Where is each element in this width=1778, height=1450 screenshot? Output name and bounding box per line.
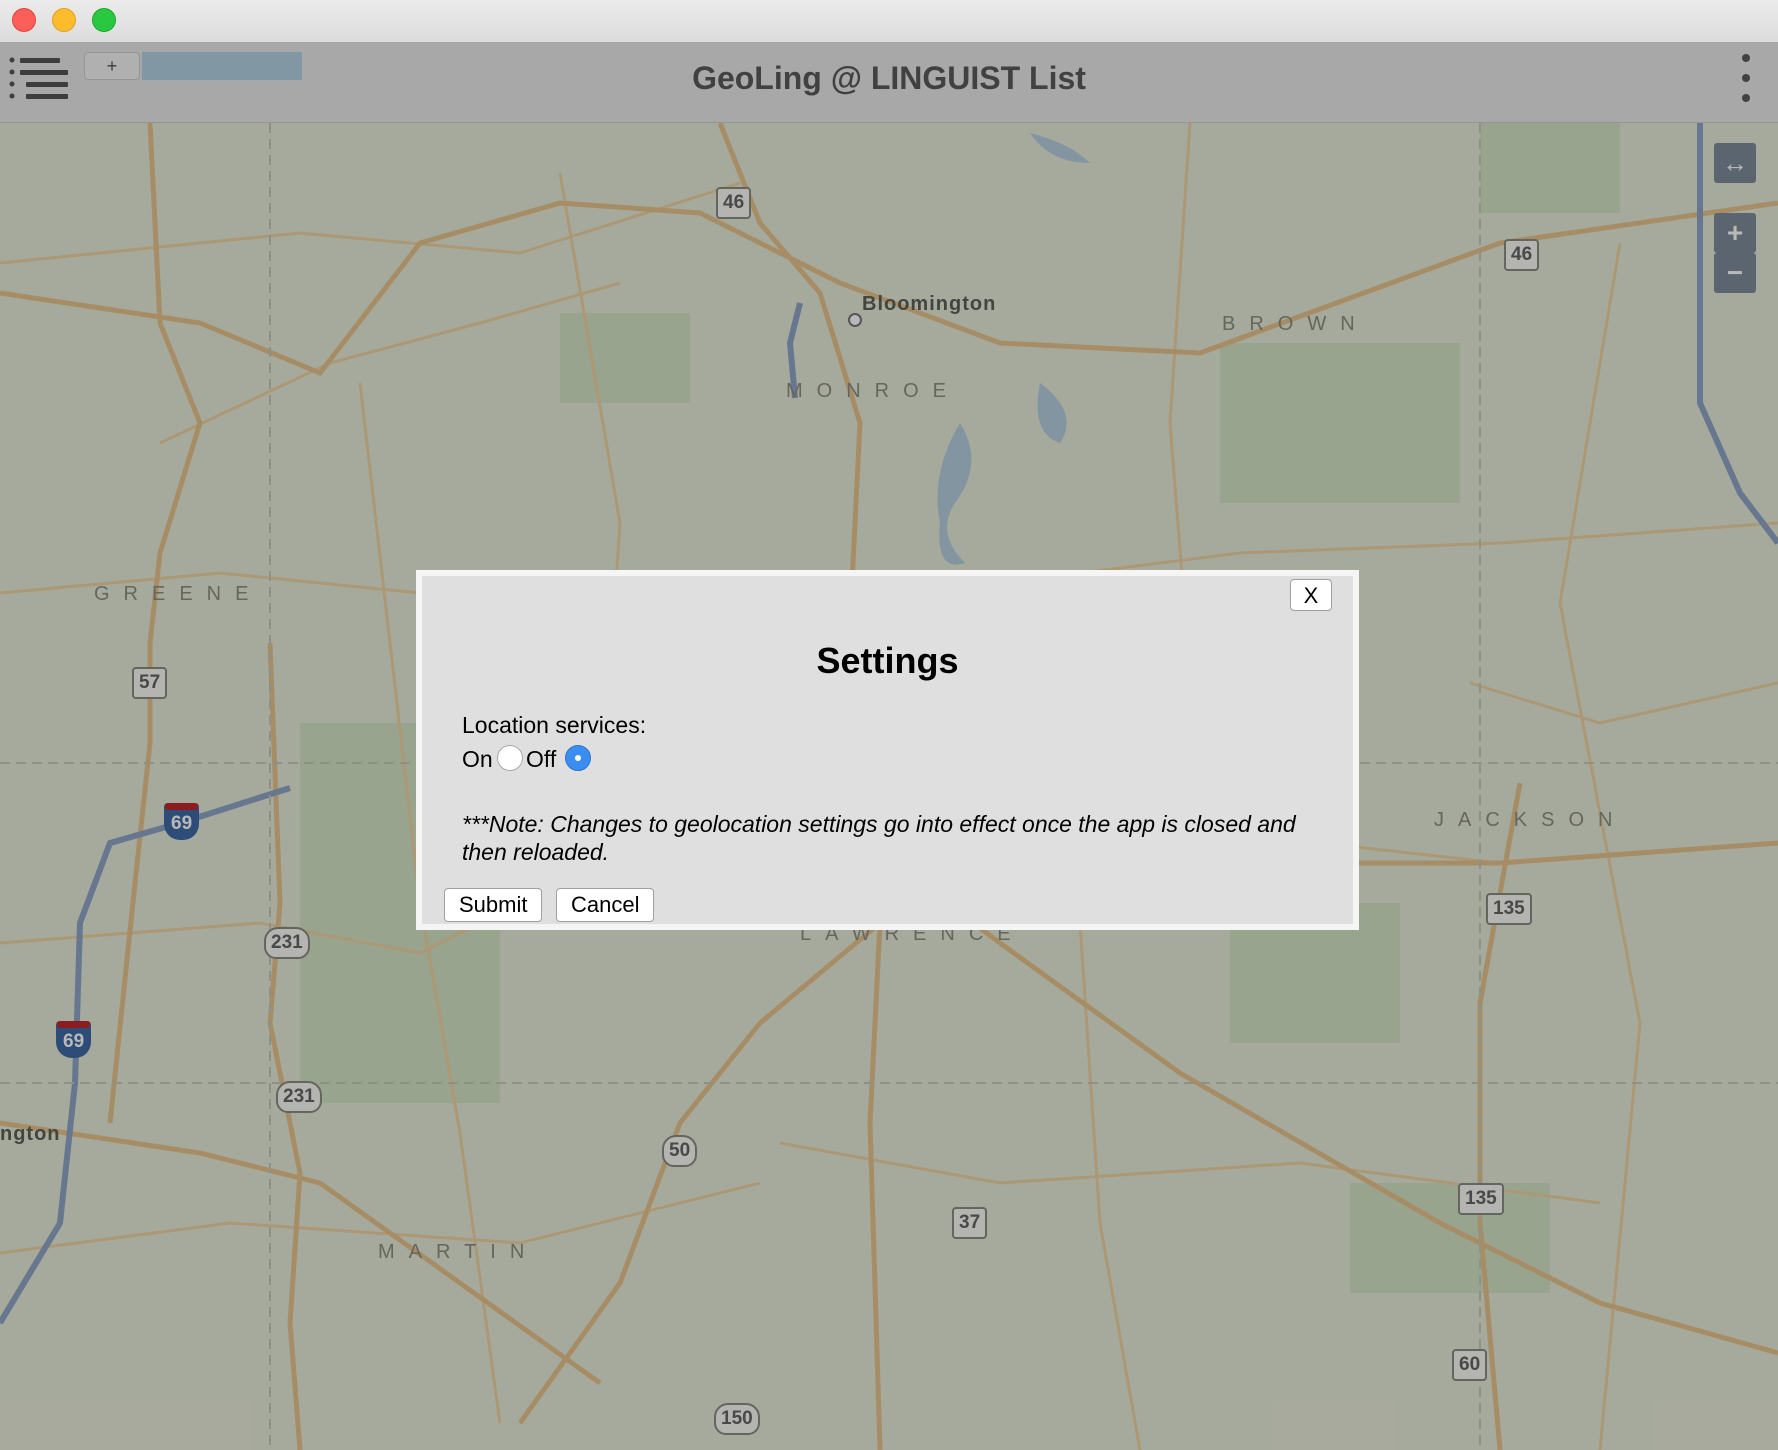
dialog-close-button[interactable]: X [1290,579,1332,611]
window-minimize-button[interactable] [52,8,76,32]
submit-button[interactable]: Submit [444,888,543,922]
location-services-label: Location services: [462,712,647,738]
radio-on-label: On [462,746,493,772]
radio-off-label: Off [526,746,557,772]
window-titlebar [0,0,1778,43]
geolocation-note: ***Note: Changes to geolocation settings… [462,811,1296,865]
window-close-button[interactable] [12,8,36,32]
cancel-button[interactable]: Cancel [556,888,655,922]
location-on-radio[interactable] [497,745,523,771]
location-off-radio[interactable] [565,745,591,771]
window-zoom-button[interactable] [92,8,116,32]
dialog-title: Settings [816,640,959,681]
app-window: + GeoLing @ LINGUIST List Bloomington ng… [0,0,1778,1450]
settings-dialog: X Settings Location services: On Off ***… [416,570,1359,930]
